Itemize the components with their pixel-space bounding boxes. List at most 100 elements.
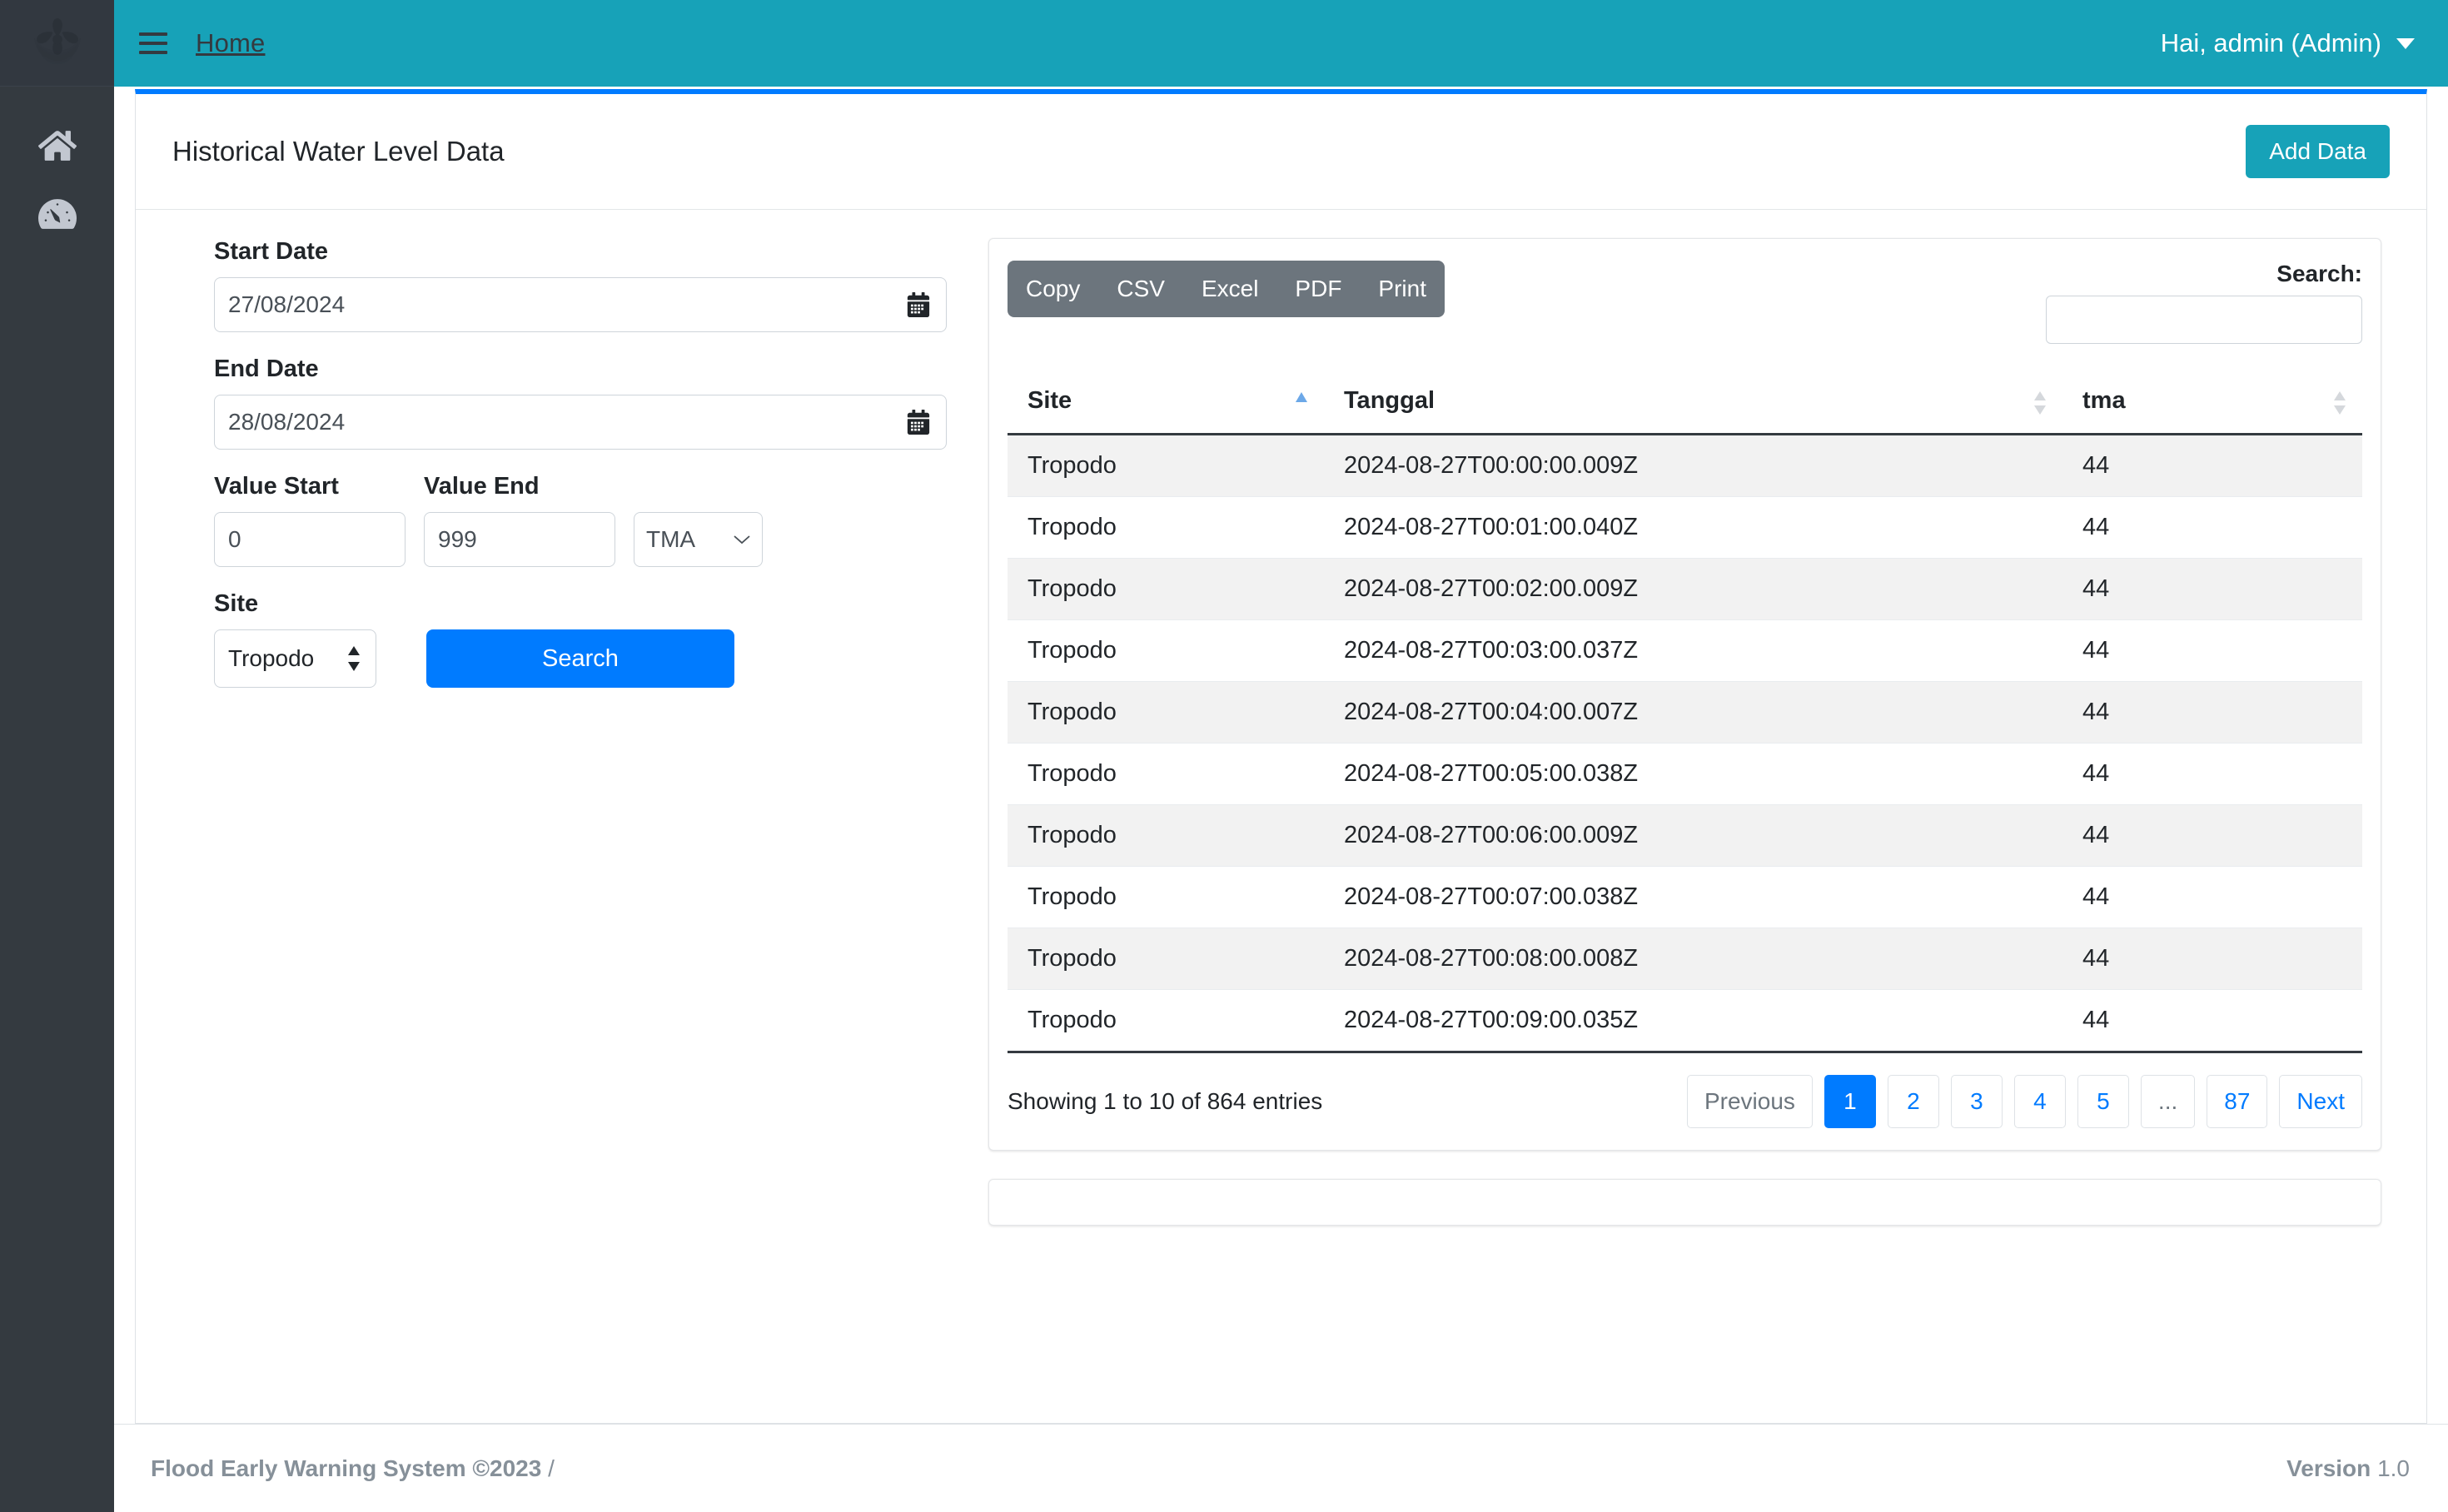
export-copy-button[interactable]: Copy [1008, 261, 1098, 317]
cell-tanggal: 2024-08-27T00:02:00.009Z [1324, 558, 2062, 621]
cell-tma: 44 [2062, 989, 2362, 1054]
pagination-ellipsis: ... [2140, 1075, 2196, 1129]
site-group: Site Tropodo Search [214, 590, 947, 689]
export-pdf-button[interactable]: PDF [1276, 261, 1360, 317]
measure-type-select[interactable]: TMA [634, 512, 763, 568]
cell-tma: 44 [2062, 804, 2362, 868]
search-button[interactable]: Search [426, 629, 734, 689]
start-date-label: Start Date [214, 238, 328, 266]
table-row: Tropodo 2024-08-27T00:05:00.038Z 44 [1008, 743, 2362, 806]
table-row: Tropodo 2024-08-27T00:09:00.035Z 44 [1008, 989, 2362, 1054]
footer-separator: / [541, 1455, 555, 1481]
content-card: Historical Water Level Data Add Data Sta… [135, 89, 2427, 1424]
table-row: Tropodo 2024-08-27T00:06:00.009Z 44 [1008, 804, 2362, 868]
site-select[interactable]: Tropodo [214, 629, 376, 689]
cell-site: Tropodo [1008, 619, 1324, 683]
export-csv-button[interactable]: CSV [1098, 261, 1183, 317]
datatable-search-input[interactable] [2046, 296, 2362, 345]
start-date-input[interactable] [214, 277, 947, 333]
nav-link-home[interactable]: Home [196, 28, 266, 58]
pagination-page-1[interactable]: 1 [1824, 1075, 1876, 1129]
pagination-page-5[interactable]: 5 [2077, 1075, 2129, 1129]
column-header-tma[interactable]: tma [2062, 372, 2362, 436]
pagination: Previous 1 2 3 4 5... 87 Next [1675, 1075, 2362, 1129]
cell-site: Tropodo [1008, 928, 1324, 991]
cell-site: Tropodo [1008, 558, 1324, 621]
cell-tanggal: 2024-08-27T00:09:00.035Z [1324, 989, 2062, 1054]
footer-version-label: Version [2286, 1455, 2371, 1481]
table-head: Site Tanggal tma [1008, 372, 2362, 436]
value-end-label: Value End [424, 473, 540, 500]
user-menu[interactable]: Hai, admin (Admin) [2161, 28, 2415, 58]
cell-tma: 44 [2062, 681, 2362, 744]
content-wrapper: Historical Water Level Data Add Data Sta… [114, 87, 2448, 1424]
sort-none-icon [2334, 390, 2346, 415]
table-row: Tropodo 2024-08-27T00:02:00.009Z 44 [1008, 558, 2362, 621]
datatable-search-label: Search: [2276, 261, 2362, 287]
cell-tma: 44 [2062, 866, 2362, 929]
end-date-input[interactable] [214, 395, 947, 450]
cell-tanggal: 2024-08-27T00:01:00.040Z [1324, 496, 2062, 560]
pagination-page-2[interactable]: 2 [1887, 1075, 1939, 1129]
column-header-tanggal[interactable]: Tanggal [1324, 372, 2062, 436]
user-menu-label: Hai, admin (Admin) [2160, 28, 2381, 57]
pagination-next[interactable]: Next [2279, 1075, 2362, 1129]
datatable-card: Copy CSV Excel PDF Print Search: Site Ta… [988, 238, 2381, 1151]
sidebar-nav [0, 87, 114, 248]
pagination-page-87[interactable]: 87 [2207, 1075, 2268, 1129]
chevron-down-icon [734, 535, 750, 545]
hamburger-menu-icon[interactable] [139, 32, 167, 54]
site-label: Site [214, 590, 259, 618]
pagination-page-3[interactable]: 3 [1950, 1075, 2003, 1129]
cell-tanggal: 2024-08-27T00:04:00.007Z [1324, 681, 2062, 744]
datatable-search: Search: [2046, 261, 2362, 345]
measure-type-value: TMA [646, 526, 696, 553]
main-region: Home Hai, admin (Admin) Historical Water… [114, 0, 2448, 1512]
column-header-tma-label: tma [2082, 387, 2126, 415]
cell-site: Tropodo [1008, 434, 1324, 498]
secondary-empty-card [988, 1179, 2381, 1226]
pagination-page-4[interactable]: 4 [2013, 1075, 2066, 1129]
value-start-label: Value Start [214, 473, 339, 500]
sidebar-item-dashboard[interactable] [0, 180, 114, 248]
sidebar-item-home[interactable] [0, 112, 114, 180]
export-excel-button[interactable]: Excel [1183, 261, 1276, 317]
column-header-site[interactable]: Site [1008, 372, 1324, 436]
top-navbar: Home Hai, admin (Admin) [114, 0, 2448, 87]
footer-version: Version 1.0 [2286, 1455, 2410, 1482]
value-range-group: Value Start Value End TMA [214, 473, 947, 568]
table-row: Tropodo 2024-08-27T00:08:00.008Z 44 [1008, 928, 2362, 991]
cell-tanggal: 2024-08-27T00:06:00.009Z [1324, 804, 2062, 868]
cell-tma: 44 [2062, 558, 2362, 621]
page-body: Start Date 27/08/2024 End Date 28/08/202… [136, 210, 2426, 1423]
site-select-value: Tropodo [228, 645, 315, 672]
page-header: Historical Water Level Data Add Data [136, 94, 2426, 211]
cell-site: Tropodo [1008, 681, 1324, 744]
start-date-group: Start Date [214, 238, 947, 333]
value-end-input[interactable] [424, 512, 615, 568]
cell-site: Tropodo [1008, 804, 1324, 868]
add-data-button[interactable]: Add Data [2246, 125, 2390, 179]
tachometer-icon [37, 199, 77, 229]
table-row: Tropodo 2024-08-27T00:00:00.009Z 44 [1008, 434, 2362, 498]
value-start-input[interactable] [214, 512, 406, 568]
cell-tanggal: 2024-08-27T00:08:00.008Z [1324, 928, 2062, 991]
cell-tanggal: 2024-08-27T00:00:00.009Z [1324, 434, 2062, 498]
cell-tma: 44 [2062, 619, 2362, 683]
datatable-info: Showing 1 to 10 of 864 entries [1008, 1088, 1323, 1115]
export-print-button[interactable]: Print [1360, 261, 1445, 317]
historical-data-table: Site Tanggal tma Tropodo 2024-08-27T00:0… [1008, 372, 2362, 1054]
datatable-toolbar: Copy CSV Excel PDF Print Search: [1008, 261, 2362, 345]
table-panel: Copy CSV Excel PDF Print Search: Site Ta… [972, 238, 2406, 1423]
cell-site: Tropodo [1008, 743, 1324, 806]
table-row: Tropodo 2024-08-27T00:04:00.007Z 44 [1008, 681, 2362, 744]
cell-tanggal: 2024-08-27T00:03:00.037Z [1324, 619, 2062, 683]
sort-none-icon [2034, 390, 2046, 415]
brand-logo-container[interactable] [0, 0, 114, 87]
cell-tanggal: 2024-08-27T00:07:00.038Z [1324, 866, 2062, 929]
cell-tma: 44 [2062, 743, 2362, 806]
table-row: Tropodo 2024-08-27T00:07:00.038Z 44 [1008, 866, 2362, 929]
footer-version-value: 1.0 [2377, 1455, 2410, 1481]
sort-ascending-icon [1296, 391, 1307, 402]
pagination-previous[interactable]: Previous [1686, 1075, 1813, 1129]
